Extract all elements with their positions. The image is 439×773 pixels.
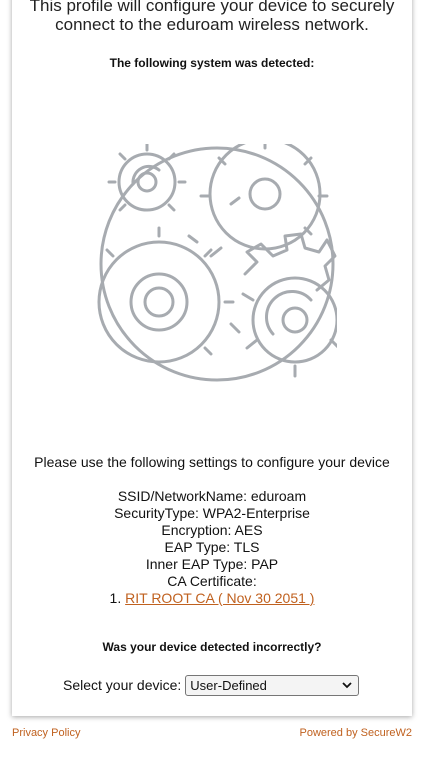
chevron-down-icon [342, 681, 352, 688]
powered-by-link[interactable]: Powered by SecureW2 [300, 727, 413, 739]
device-select-value: User-Defined [190, 677, 267, 693]
device-select[interactable]: User-Defined [185, 674, 360, 696]
device-select-row: Select your device: User-Defined [63, 674, 360, 696]
profile-card: This profile will configure your device … [12, 0, 412, 716]
security-type-setting: SecurityType: WPA2-Enterprise [114, 505, 310, 521]
gears-in-circle-icon [97, 144, 337, 382]
certificate-link[interactable]: RIT ROOT CA ( Nov 30 2051 ) [125, 590, 314, 606]
certificate-item: 1. RIT ROOT CA ( Nov 30 2051 ) [12, 590, 412, 607]
encryption-setting: Encryption: AES [161, 522, 263, 538]
eap-type-setting: EAP Type: TLS [164, 539, 260, 555]
settings-list: SSID/NetworkName: eduroam SecurityType: … [12, 488, 412, 607]
intro-text: This profile will configure your device … [12, 0, 412, 34]
certificate-number: 1. [109, 590, 122, 606]
device-select-label: Select your device: [63, 677, 182, 693]
detected-heading: The following system was detected: [109, 56, 315, 70]
intro-line-1: This profile will configure your device … [29, 0, 395, 15]
inner-eap-type-setting: Inner EAP Type: PAP [145, 556, 279, 572]
intro-line-2: connect to the eduroam wireless network. [55, 15, 369, 34]
instructions-text: Please use the following settings to con… [34, 454, 390, 470]
ssid-setting: SSID/NetworkName: eduroam [117, 488, 307, 504]
detected-incorrectly-heading: Was your device detected incorrectly? [102, 640, 322, 654]
privacy-policy-link[interactable]: Privacy Policy [12, 727, 80, 739]
ca-certificate-label: CA Certificate: [167, 573, 257, 589]
